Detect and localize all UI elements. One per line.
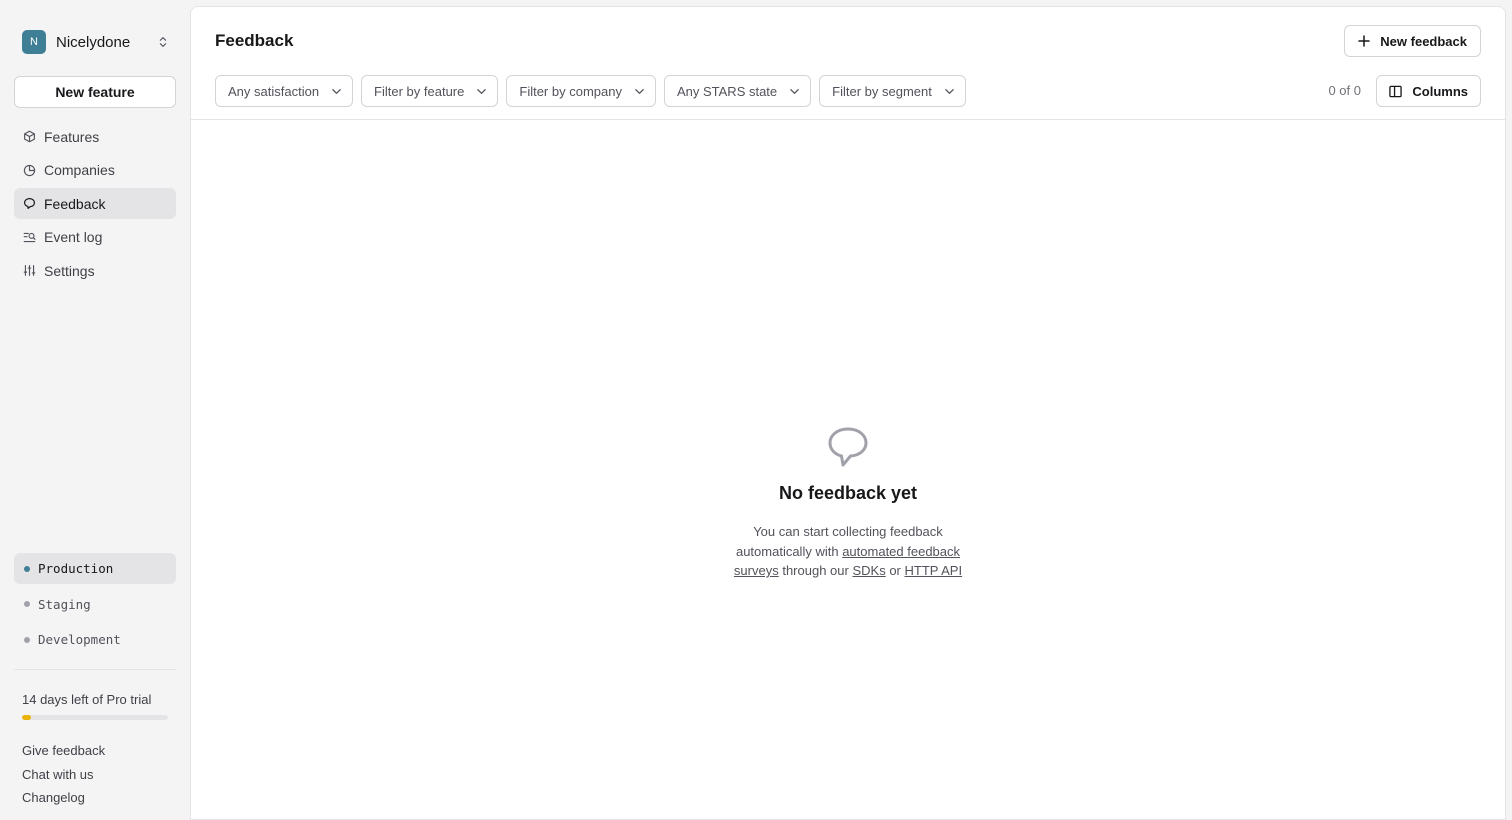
cube-icon: [24, 130, 35, 143]
sidebar: N Nicelydone New feature Features Compan…: [0, 0, 190, 814]
sidebar-item-settings[interactable]: Settings: [14, 255, 176, 286]
env-status-dot: [24, 565, 30, 572]
sidebar-item-feedback[interactable]: Feedback: [14, 188, 176, 219]
env-status-dot: [24, 601, 30, 607]
env-development[interactable]: Development: [14, 624, 176, 655]
sidebar-item-label: Feedback: [44, 195, 106, 212]
empty-text-part: or: [889, 563, 901, 578]
org-avatar: N: [22, 30, 46, 54]
env-label: Development: [38, 632, 121, 647]
sidebar-item-label: Settings: [44, 262, 95, 279]
footer-links: Give feedback Chat with us Changelog: [22, 743, 105, 814]
filter-label: Filter by company: [519, 83, 622, 99]
env-status-dot: [24, 636, 30, 643]
main-panel: Feedback New feedback Any satisfaction F…: [190, 6, 1506, 820]
org-switcher[interactable]: N Nicelydone: [14, 28, 176, 56]
page-title: Feedback: [215, 31, 294, 50]
env-staging[interactable]: Staging: [14, 589, 176, 620]
sidebar-item-label: Event log: [44, 229, 103, 245]
env-label: Staging: [38, 596, 91, 612]
env-label: Production: [38, 561, 114, 576]
http-api-link[interactable]: HTTP API: [905, 563, 963, 578]
sidebar-item-event-log[interactable]: Event log: [14, 222, 176, 253]
result-count: 0 of 0: [1328, 83, 1361, 98]
filter-label: Any STARS state: [676, 83, 778, 99]
sidebar-item-features[interactable]: Features: [14, 121, 176, 152]
columns-button[interactable]: Columns: [1376, 75, 1481, 107]
chevron-down-icon: [635, 88, 644, 94]
new-feedback-label: New feedback: [1380, 33, 1467, 49]
pie-chart-icon: [23, 164, 36, 176]
filter-label: Filter by feature: [374, 83, 465, 99]
feature-filter[interactable]: Filter by feature: [361, 75, 499, 107]
chat-bubble-icon: [24, 198, 35, 209]
sliders-icon: [23, 265, 36, 276]
sidebar-nav: Features Companies Feedback Event log Se…: [14, 121, 176, 286]
empty-text-part: through our: [782, 563, 849, 578]
trial-text: 14 days left of Pro trial: [22, 692, 152, 707]
sidebar-divider: [14, 669, 176, 670]
chevron-down-icon: [332, 88, 341, 94]
columns-icon: [1389, 85, 1403, 97]
sdks-link[interactable]: SDKs: [852, 563, 885, 578]
page-header: Feedback New feedback Any satisfaction F…: [191, 7, 1505, 120]
satisfaction-filter[interactable]: Any satisfaction: [215, 75, 354, 107]
env-production[interactable]: Production: [14, 553, 176, 584]
segment-filter[interactable]: Filter by segment: [819, 75, 966, 107]
chevron-down-icon: [945, 88, 954, 94]
org-name: Nicelydone: [56, 33, 131, 51]
search-list-icon: [23, 232, 36, 242]
trial-status: 14 days left of Pro trial: [22, 692, 168, 720]
chat-bubble-icon: [828, 427, 868, 467]
sidebar-item-label: Features: [44, 128, 100, 145]
new-feedback-button[interactable]: New feedback: [1344, 25, 1481, 57]
company-filter[interactable]: Filter by company: [506, 75, 656, 107]
empty-state-title: No feedback yet: [778, 483, 918, 503]
new-feature-button[interactable]: New feature: [14, 76, 176, 108]
trial-progress-fill: [22, 715, 31, 720]
stars-state-filter[interactable]: Any STARS state: [663, 75, 812, 107]
plus-icon: [1358, 35, 1371, 47]
app: N Nicelydone New feature Features Compan…: [0, 0, 1512, 820]
chevron-down-icon: [790, 88, 799, 94]
empty-state: No feedback yet You can start collecting…: [191, 425, 1505, 581]
sidebar-item-companies[interactable]: Companies: [14, 155, 176, 186]
chevron-up-down-icon: [159, 37, 167, 47]
sidebar-item-label: Companies: [44, 162, 115, 178]
columns-label: Columns: [1412, 83, 1468, 99]
chat-with-us-link[interactable]: Chat with us: [22, 767, 105, 791]
empty-state-text: You can start collecting feedback automa…: [723, 522, 973, 581]
trial-progress-bar: [22, 715, 168, 720]
filter-bar: Any satisfaction Filter by feature Filte…: [215, 75, 974, 107]
changelog-link[interactable]: Changelog: [22, 790, 105, 814]
give-feedback-link[interactable]: Give feedback: [22, 743, 105, 767]
filter-label: Any satisfaction: [228, 83, 320, 99]
environment-list: Production Staging Development: [14, 553, 176, 660]
chevron-down-icon: [477, 88, 487, 94]
filter-label: Filter by segment: [832, 83, 932, 99]
